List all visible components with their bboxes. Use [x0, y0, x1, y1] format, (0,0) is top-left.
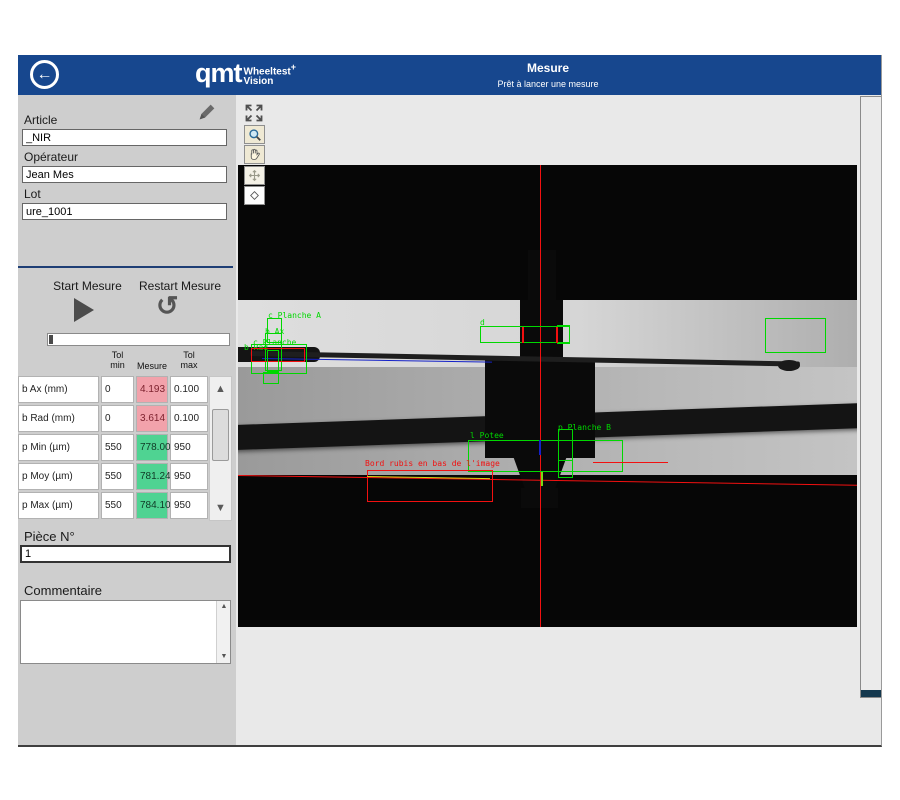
mesure-value: 3.614 — [136, 405, 168, 432]
scroll-down-icon[interactable]: ▼ — [210, 496, 231, 520]
logo-plus: + — [291, 62, 296, 72]
intersection-mark — [541, 472, 543, 486]
article-label: Article — [24, 113, 57, 127]
pan-tool-button[interactable] — [244, 145, 265, 164]
col-header-tol-min: Tolmin — [101, 350, 134, 370]
comment-textarea[interactable] — [21, 601, 216, 663]
edge-tick — [556, 327, 558, 343]
hand-icon — [248, 148, 261, 161]
comment-box: ▲ ▼ — [20, 600, 231, 664]
comment-scrollbar[interactable]: ▲ ▼ — [216, 601, 230, 663]
lot-label: Lot — [24, 187, 41, 201]
expand-icon[interactable] — [244, 103, 264, 123]
diamond-icon — [248, 189, 261, 202]
piece-input[interactable] — [20, 545, 231, 563]
edge-segment — [593, 462, 668, 463]
scroll-up-icon[interactable]: ▲ — [217, 601, 231, 613]
scroll-up-icon[interactable]: ▲ — [210, 377, 231, 401]
page-title: Mesure — [448, 61, 648, 75]
play-icon[interactable] — [74, 298, 94, 322]
roi-box — [263, 372, 279, 384]
move-tool-button[interactable] — [244, 166, 265, 185]
section-divider — [18, 266, 233, 268]
start-mesure-button[interactable]: Start Mesure — [40, 279, 135, 293]
lever-tip — [778, 360, 800, 371]
move-cross-icon — [248, 169, 261, 182]
back-button[interactable]: ← — [30, 60, 59, 89]
col-header-tol-max: Tolmax — [170, 350, 208, 370]
status-text: Prêt à lancer une mesure — [418, 79, 678, 89]
header-bar: ← qmt Wheeltest+Vision Mesure Prêt à lan… — [18, 55, 881, 95]
roi-box — [765, 318, 826, 353]
comment-label: Commentaire — [24, 583, 102, 598]
edge-tick — [522, 327, 524, 343]
overlay-label-bord-rubis: Bord rubis en bas de l'image — [365, 459, 500, 468]
mesure-value: 778.000 — [136, 434, 168, 461]
arrow-left-icon: ← — [37, 66, 53, 83]
center-mark — [539, 440, 541, 455]
sidebar: Article Opérateur Lot Start Mesure Resta… — [18, 95, 236, 747]
scroll-down-icon[interactable]: ▼ — [217, 651, 231, 663]
roi-box — [267, 350, 279, 372]
col-header-mesure: Mesure — [136, 361, 168, 371]
table-scrollbar[interactable]: ▲ ▼ — [209, 376, 232, 521]
operateur-input[interactable] — [22, 166, 227, 183]
logo-brand: qmt — [195, 58, 242, 88]
restart-mesure-button[interactable]: Restart Mesure — [130, 279, 230, 293]
operateur-label: Opérateur — [24, 150, 78, 164]
piece-label: Pièce N° — [24, 529, 75, 544]
progress-fill — [49, 335, 53, 344]
crosshair-vertical-line — [540, 165, 541, 627]
diamond-tool-button[interactable] — [244, 186, 265, 205]
scrollbar-thumb[interactable] — [212, 409, 229, 461]
article-input[interactable] — [22, 129, 227, 146]
detected-edge-box — [367, 470, 493, 502]
camera-image[interactable]: c Planche A b Ax c Planche b Rad d p Pla… — [238, 165, 857, 627]
progress-bar — [47, 333, 230, 346]
scrollbar-thumb[interactable] — [861, 690, 881, 697]
edit-pencil-icon[interactable] — [196, 101, 218, 123]
app-window: ← qmt Wheeltest+Vision Mesure Prêt à lan… — [18, 55, 882, 747]
restart-icon[interactable]: ↻ — [156, 291, 179, 322]
lot-input[interactable] — [22, 203, 227, 220]
mesure-value: 784.100 — [136, 492, 168, 519]
roi-box — [557, 325, 570, 344]
viewer-area: c Planche A b Ax c Planche b Rad d p Pla… — [236, 95, 882, 747]
app-logo: qmt Wheeltest+Vision — [195, 58, 296, 88]
spindle-shaft — [528, 250, 556, 302]
logo-sub: Vision — [244, 76, 274, 87]
zoom-tool-button[interactable] — [244, 125, 265, 144]
viewer-scrollbar[interactable] — [860, 96, 882, 698]
mesure-value: 781.244 — [136, 463, 168, 490]
magnifier-icon — [248, 128, 262, 142]
mesure-value: 4.193 — [136, 376, 168, 403]
